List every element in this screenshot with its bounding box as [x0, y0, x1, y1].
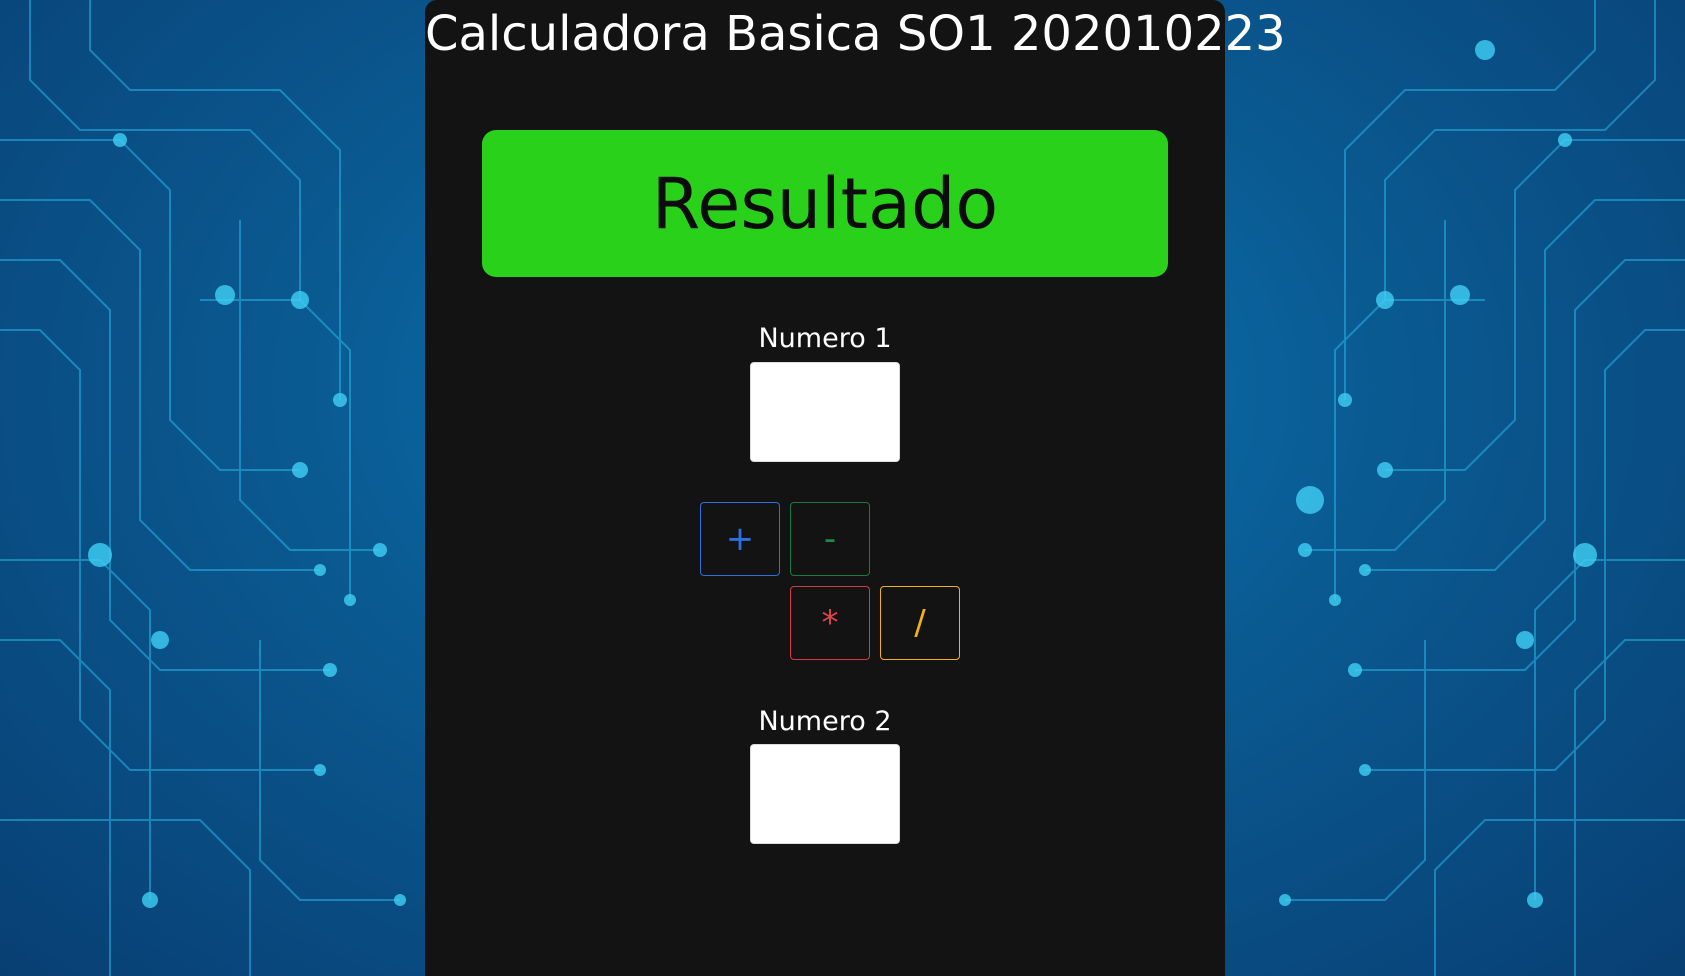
numero1-label: Numero 1 — [758, 323, 892, 354]
add-button[interactable]: + — [700, 502, 780, 576]
multiply-button[interactable]: * — [790, 586, 870, 660]
divide-button[interactable]: / — [880, 586, 960, 660]
numero1-input[interactable] — [750, 362, 900, 462]
result-display: Resultado — [482, 130, 1168, 277]
calculator-panel: Calculadora Basica SO1 202010223 Resulta… — [425, 0, 1286, 976]
subtract-button[interactable]: - — [790, 502, 870, 576]
page-title: Calculadora Basica SO1 202010223 — [425, 6, 1286, 62]
numero2-input[interactable] — [750, 744, 900, 844]
numero2-label: Numero 2 — [758, 706, 892, 737]
result-label: Resultado — [651, 162, 999, 245]
